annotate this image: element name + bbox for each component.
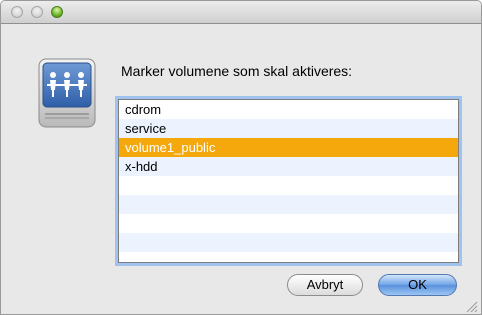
minimize-window-button[interactable] xyxy=(31,6,43,18)
zoom-window-button[interactable] xyxy=(51,6,63,18)
dialog-content: Marker volumene som skal aktiveres: cdro… xyxy=(1,24,481,314)
empty-row xyxy=(119,176,458,195)
list-item-x-hdd[interactable]: x-hdd xyxy=(119,157,458,176)
prompt-text: Marker volumene som skal aktiveres: xyxy=(121,63,353,79)
list-item-volume1-public[interactable]: volume1_public xyxy=(119,138,458,157)
ok-button[interactable]: OK xyxy=(378,274,457,296)
cancel-button[interactable]: Avbryt xyxy=(287,274,363,296)
volume-list[interactable]: cdrom service volume1_public x-hdd xyxy=(118,99,459,263)
title-bar[interactable] xyxy=(1,1,481,24)
empty-row xyxy=(119,214,458,233)
shared-network-volume-icon xyxy=(38,58,96,128)
empty-row xyxy=(119,233,458,252)
close-window-button[interactable] xyxy=(11,6,23,18)
empty-row xyxy=(119,252,458,262)
list-item-service[interactable]: service xyxy=(119,119,458,138)
resize-grip-icon[interactable] xyxy=(466,301,478,313)
list-item-cdrom[interactable]: cdrom xyxy=(119,100,458,119)
empty-row xyxy=(119,195,458,214)
dialog-window: Marker volumene som skal aktiveres: cdro… xyxy=(0,0,482,315)
